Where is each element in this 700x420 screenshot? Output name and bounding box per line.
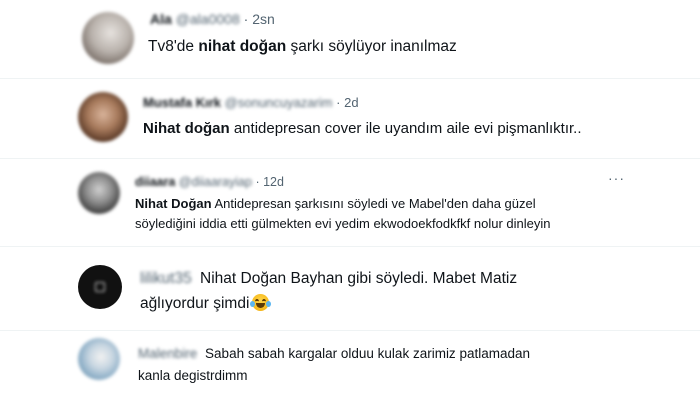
text-segment: ağlıyordur şimdi bbox=[140, 295, 250, 312]
user-handle[interactable]: @sonuncuyazarim bbox=[225, 95, 333, 110]
user-name[interactable]: lilikut35 bbox=[140, 270, 192, 287]
bold-text: Nihat doğan bbox=[143, 120, 230, 137]
tweet-text-line-2: ağlıyordur şimdi bbox=[140, 294, 272, 313]
timestamp[interactable]: 2sn bbox=[252, 11, 275, 27]
divider bbox=[0, 246, 700, 247]
bold-text: Nihat Doğan bbox=[135, 196, 212, 211]
avatar[interactable] bbox=[82, 12, 134, 64]
tweet-text: Tv8'de nihat doğan şarkı söylüyor inanıl… bbox=[148, 38, 457, 56]
tweet-text-line-2: söylediğini iddia etti gülmekten evi yed… bbox=[135, 216, 551, 231]
tweet-header: Mustafa Kırk @sonuncuyazarim · 2d bbox=[143, 95, 359, 110]
divider bbox=[0, 330, 700, 331]
tweet-text-line-1: lilikut35 Nihat Doğan Bayhan gibi söyled… bbox=[140, 270, 517, 288]
separator-dot: · bbox=[336, 95, 341, 110]
user-handle[interactable]: @ala0008 bbox=[176, 11, 240, 27]
timestamp[interactable]: 2d bbox=[344, 95, 358, 110]
tweet-text-line-1: Malenbire Sabah sabah kargalar olduu kul… bbox=[138, 346, 530, 361]
avatar[interactable] bbox=[78, 265, 122, 309]
text-segment: Antidepresan şarkısını söyledi ve Mabel'… bbox=[211, 196, 536, 211]
separator-dot: · bbox=[243, 11, 249, 27]
user-name[interactable]: Ala bbox=[150, 11, 172, 27]
divider bbox=[0, 78, 700, 79]
bold-text: nihat doğan bbox=[198, 38, 287, 55]
tweet-header: Ala @ala0008 · 2sn bbox=[150, 11, 275, 27]
user-name[interactable]: Mustafa Kırk bbox=[143, 95, 221, 110]
user-handle[interactable]: @diiaarayiap bbox=[179, 175, 252, 189]
avatar[interactable] bbox=[78, 338, 120, 380]
user-name[interactable]: Malenbire bbox=[138, 346, 197, 361]
text-segment: antidepresan cover ile uyandım aile evi … bbox=[229, 120, 582, 137]
avatar-logo bbox=[95, 282, 105, 292]
more-options-icon[interactable]: ··· bbox=[608, 170, 625, 186]
text-segment: Nihat Doğan Bayhan gibi söyledi. Mabet M… bbox=[200, 270, 518, 287]
tweet-text: Nihat doğan antidepresan cover ile uyand… bbox=[143, 120, 582, 137]
divider bbox=[0, 158, 700, 159]
tweet-text-line-1: Nihat Doğan Antidepresan şarkısını söyle… bbox=[135, 196, 536, 211]
tweet-header: diiaara @diiaarayiap · 12d bbox=[135, 175, 284, 189]
avatar[interactable] bbox=[78, 172, 120, 214]
face-with-tears-of-joy-icon bbox=[250, 294, 272, 311]
separator-dot: · bbox=[255, 175, 260, 189]
avatar[interactable] bbox=[78, 92, 128, 142]
text-segment: şarkı söylüyor inanılmaz bbox=[286, 38, 457, 55]
text-segment: Sabah sabah kargalar olduu kulak zarimiz… bbox=[205, 346, 530, 361]
timestamp[interactable]: 12d bbox=[263, 175, 284, 189]
user-name[interactable]: diiaara bbox=[135, 175, 175, 189]
tweet-text-line-2: kanla degistrdimm bbox=[138, 368, 248, 383]
text-segment: Tv8'de bbox=[148, 38, 199, 55]
